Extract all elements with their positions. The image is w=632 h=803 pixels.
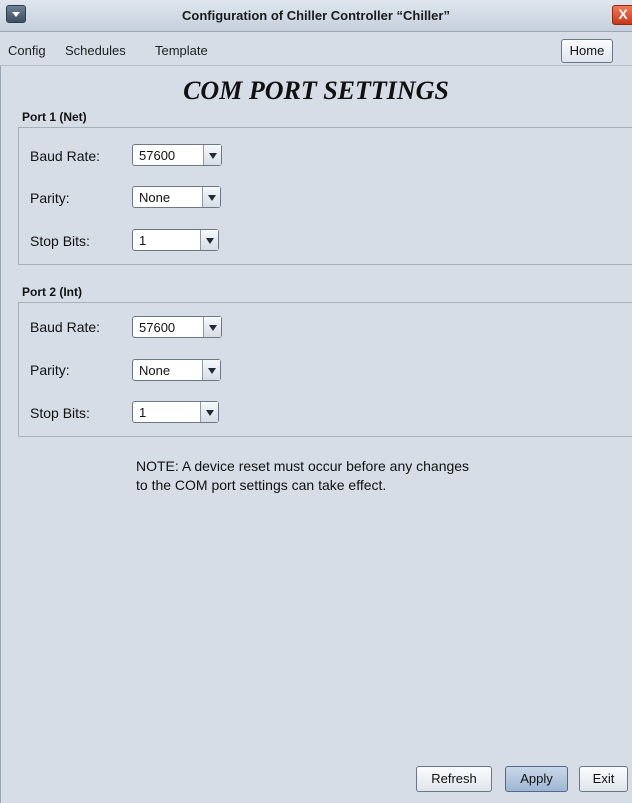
- port2-parity-value: None: [139, 363, 171, 378]
- port2-panel: [18, 302, 632, 437]
- apply-button[interactable]: Apply: [505, 766, 568, 792]
- chevron-down-icon[interactable]: [203, 317, 221, 337]
- chevron-down-icon[interactable]: [200, 402, 218, 422]
- menu-schedules[interactable]: Schedules: [65, 43, 126, 58]
- port1-baud-rate-value: 57600: [139, 148, 176, 163]
- menu-config[interactable]: Config: [8, 43, 46, 58]
- port1-parity-value: None: [139, 190, 171, 205]
- refresh-button[interactable]: Refresh: [416, 766, 492, 792]
- chevron-down-icon[interactable]: [202, 187, 220, 207]
- port1-baud-rate-label: Baud Rate:: [30, 148, 101, 164]
- window-left-border: [0, 66, 1, 803]
- window-title: Configuration of Chiller Controller “Chi…: [182, 8, 450, 23]
- chevron-down-icon[interactable]: [202, 360, 220, 380]
- port2-section-label: Port 2 (Int): [22, 285, 82, 299]
- port1-stop-bits-select[interactable]: 1: [132, 229, 219, 251]
- menu-template[interactable]: Template: [155, 43, 208, 58]
- port1-baud-rate-select[interactable]: 57600: [132, 144, 222, 166]
- reset-note-line-1: NOTE: A device reset must occur before a…: [136, 458, 470, 474]
- chevron-down-icon[interactable]: [200, 230, 218, 250]
- port1-stop-bits-label: Stop Bits:: [30, 233, 90, 249]
- port2-baud-rate-select[interactable]: 57600: [132, 316, 222, 338]
- home-button[interactable]: Home: [561, 39, 613, 63]
- port1-parity-select[interactable]: None: [132, 186, 221, 208]
- title-bar: Configuration of Chiller Controller “Chi…: [0, 0, 632, 32]
- port2-baud-rate-label: Baud Rate:: [30, 319, 101, 335]
- close-icon[interactable]: X: [612, 5, 632, 25]
- port2-stop-bits-select[interactable]: 1: [132, 401, 219, 423]
- reset-note-line-2: to the COM port settings can take effect…: [136, 477, 387, 493]
- page-title: COM PORT SETTINGS: [183, 76, 449, 105]
- port1-section-label: Port 1 (Net): [22, 110, 87, 124]
- port2-parity-label: Parity:: [30, 362, 70, 378]
- port1-panel: [18, 127, 632, 265]
- port2-parity-select[interactable]: None: [132, 359, 221, 381]
- port2-baud-rate-value: 57600: [139, 320, 176, 335]
- port2-stop-bits-label: Stop Bits:: [30, 405, 90, 421]
- reset-note: NOTE: A device reset must occur before a…: [136, 457, 469, 495]
- menu-bar: Config Schedules Template: [0, 32, 632, 66]
- chevron-down-icon[interactable]: [203, 145, 221, 165]
- exit-button[interactable]: Exit: [579, 766, 628, 792]
- port1-stop-bits-value: 1: [139, 233, 147, 248]
- port1-parity-label: Parity:: [30, 190, 70, 206]
- port2-stop-bits-value: 1: [139, 405, 147, 420]
